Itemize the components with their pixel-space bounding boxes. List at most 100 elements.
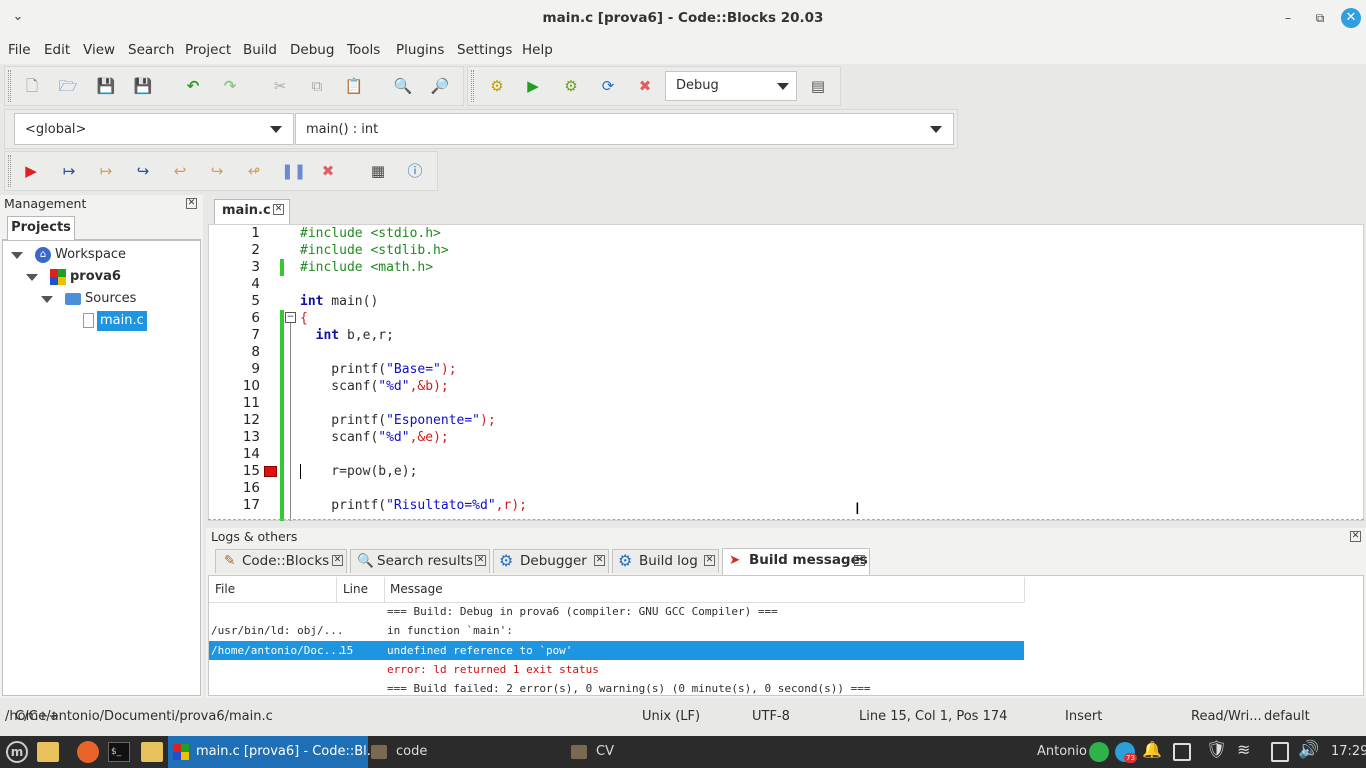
- menu-help[interactable]: Help: [522, 42, 553, 58]
- table-row[interactable]: === Build failed: 2 error(s), 0 warning(…: [209, 679, 1024, 695]
- save-icon[interactable]: 💾: [96, 76, 116, 96]
- minimize-icon[interactable]: –: [1278, 9, 1298, 27]
- debug-windows-icon[interactable]: ▦: [368, 161, 388, 181]
- taskbar-app-code[interactable]: code: [396, 736, 427, 768]
- toolbar-grip[interactable]: [8, 155, 11, 187]
- code-line[interactable]: scanf("%d",&b);: [300, 378, 448, 395]
- undo-icon[interactable]: ↶: [183, 76, 203, 96]
- folder-icon[interactable]: [141, 742, 163, 762]
- find-icon[interactable]: 🔍: [393, 76, 413, 96]
- code-line[interactable]: int b,e,r;: [300, 327, 394, 344]
- line-number[interactable]: 2: [208, 242, 260, 259]
- close-tab-icon[interactable]: ✕: [854, 555, 865, 566]
- line-number[interactable]: 17: [208, 497, 260, 514]
- menu-project[interactable]: Project: [185, 42, 231, 58]
- menu-search[interactable]: Search: [128, 42, 174, 58]
- tab-projects[interactable]: Projects: [7, 216, 75, 240]
- menu-debug[interactable]: Debug: [290, 42, 334, 58]
- run-to-cursor-icon[interactable]: ↦: [59, 161, 79, 181]
- abort-icon[interactable]: ✖: [635, 76, 655, 96]
- line-number[interactable]: 10: [208, 378, 260, 395]
- tab-search-results[interactable]: 🔍 Search results ✕: [350, 549, 490, 573]
- close-icon[interactable]: ✕: [186, 198, 197, 209]
- shield-icon[interactable]: 🛡: [1206, 740, 1228, 760]
- copy-icon[interactable]: ⧉: [307, 76, 327, 96]
- notification-bell-icon[interactable]: 🔔: [1142, 740, 1162, 759]
- build-gear-icon[interactable]: ⚙: [487, 76, 507, 96]
- line-number[interactable]: 12: [208, 412, 260, 429]
- build-and-run-icon[interactable]: ⚙: [561, 76, 581, 96]
- expand-arrow-icon[interactable]: [41, 296, 53, 303]
- menu-build[interactable]: Build: [243, 42, 277, 58]
- next-instruction-icon[interactable]: ↪: [207, 161, 227, 181]
- column-message[interactable]: Message: [390, 582, 443, 596]
- close-tab-icon[interactable]: ✕: [475, 555, 486, 566]
- tree-file-selected[interactable]: main.c: [97, 311, 147, 331]
- menu-view[interactable]: View: [83, 42, 115, 58]
- code-line[interactable]: printf("Risultato=%d",r);: [300, 497, 527, 514]
- scope-select[interactable]: <global>: [14, 113, 294, 145]
- tree-folder[interactable]: Sources: [85, 289, 136, 309]
- taskbar-user[interactable]: Antonio: [1037, 736, 1087, 768]
- line-number[interactable]: 1: [208, 225, 260, 242]
- code-line[interactable]: int main(): [300, 293, 378, 310]
- code-line[interactable]: printf("Esponente=");: [300, 412, 495, 429]
- toolbar-grip[interactable]: [8, 70, 11, 102]
- menu-plugins[interactable]: Plugins: [396, 42, 444, 58]
- fold-collapse-icon[interactable]: −: [285, 312, 296, 323]
- close-tab-icon[interactable]: ✕: [273, 204, 284, 215]
- debug-start-icon[interactable]: ▶: [21, 161, 41, 181]
- line-number[interactable]: 9: [208, 361, 260, 378]
- firefox-icon[interactable]: [77, 741, 99, 763]
- taskbar-app-cv[interactable]: CV: [596, 736, 614, 768]
- breakpoint-marker[interactable]: [264, 466, 277, 477]
- code-line[interactable]: {: [300, 310, 308, 327]
- close-tab-icon[interactable]: ✕: [704, 555, 715, 566]
- tab-codeblocks[interactable]: ✎ Code::Blocks ✕: [215, 549, 347, 573]
- expand-arrow-icon[interactable]: [11, 252, 23, 259]
- code-line[interactable]: scanf("%d",&e);: [300, 429, 448, 446]
- code-line[interactable]: printf("Base=");: [300, 361, 456, 378]
- symbol-select[interactable]: main() : int: [295, 113, 954, 145]
- paste-icon[interactable]: 📋: [344, 76, 364, 96]
- tree-workspace[interactable]: Workspace: [55, 245, 126, 265]
- new-file-icon[interactable]: 🗋: [22, 76, 42, 96]
- tab-debugger[interactable]: ⚙ Debugger ✕: [493, 549, 609, 573]
- code-text[interactable]: #include <stdio.h> #include <stdlib.h> #in…: [300, 225, 1360, 520]
- line-number[interactable]: 6: [208, 310, 260, 327]
- line-number[interactable]: 15: [208, 463, 260, 480]
- info-icon[interactable]: ⓘ: [405, 161, 425, 181]
- table-row[interactable]: /usr/bin/ld: obj/... in function `main':: [209, 621, 1024, 640]
- line-number[interactable]: 13: [208, 429, 260, 446]
- code-line[interactable]: #include <math.h>: [300, 259, 433, 276]
- volume-icon[interactable]: 🔊: [1298, 740, 1319, 760]
- pause-icon[interactable]: ❚❚: [281, 161, 306, 181]
- line-number[interactable]: 8: [208, 344, 260, 361]
- start-menu-icon[interactable]: m: [6, 741, 28, 763]
- rebuild-icon[interactable]: ⟳: [598, 76, 618, 96]
- stop-icon[interactable]: ✖: [318, 161, 338, 181]
- maximize-icon[interactable]: ⧉: [1310, 9, 1330, 27]
- close-icon[interactable]: ✕: [1341, 8, 1361, 28]
- table-row[interactable]: === Build: Debug in prova6 (compiler: GN…: [209, 602, 1024, 621]
- tab-build-log[interactable]: ⚙ Build log ✕: [612, 549, 719, 573]
- line-number[interactable]: 3: [208, 259, 260, 276]
- step-out-icon[interactable]: ↩: [170, 161, 190, 181]
- column-divider[interactable]: [336, 577, 337, 602]
- taskbar-clock[interactable]: 17:29: [1331, 736, 1366, 768]
- wifi-icon[interactable]: ≋: [1237, 740, 1250, 759]
- run-icon[interactable]: ▶: [523, 76, 543, 96]
- line-number[interactable]: 7: [208, 327, 260, 344]
- clipboard-icon[interactable]: [1173, 743, 1191, 761]
- battery-icon[interactable]: [1271, 742, 1289, 762]
- step-into-icon[interactable]: ↪: [133, 161, 153, 181]
- toolbar-grip[interactable]: [471, 70, 474, 102]
- files-icon[interactable]: [37, 742, 59, 762]
- next-line-icon[interactable]: ↦: [96, 161, 116, 181]
- line-number[interactable]: 4: [208, 276, 260, 293]
- line-number[interactable]: 14: [208, 446, 260, 463]
- step-into-instruction-icon[interactable]: ↫: [244, 161, 264, 181]
- open-icon[interactable]: 🗁: [58, 76, 78, 96]
- show-target-icon[interactable]: ▤: [808, 76, 828, 96]
- save-all-icon[interactable]: 💾: [133, 76, 153, 96]
